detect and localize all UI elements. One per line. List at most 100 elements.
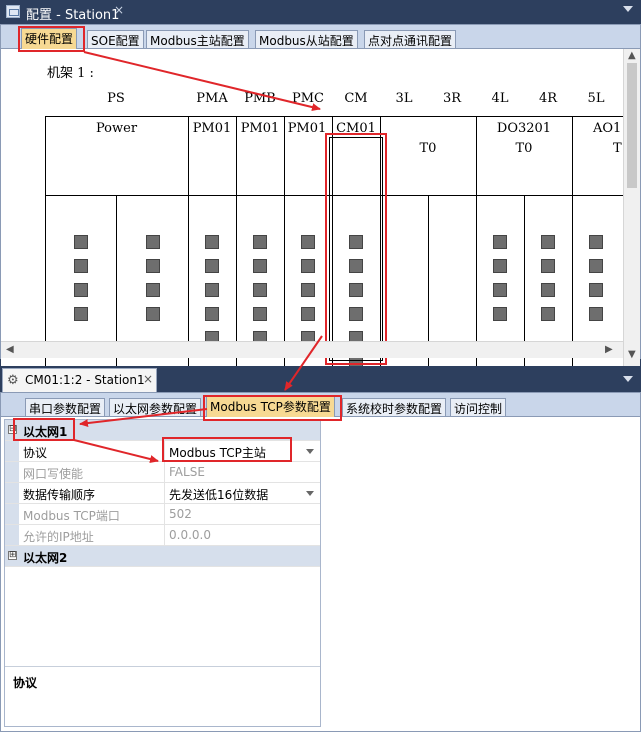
config-window-titlebar: 配置 - Station1 × — [0, 0, 641, 24]
close-icon[interactable]: × — [143, 372, 153, 386]
led-indicator — [74, 235, 88, 249]
gear-icon: ⚙ — [7, 373, 19, 388]
led-indicator — [301, 283, 315, 297]
module-power[interactable]: Power — [45, 121, 188, 136]
tab-access-control[interactable]: 访问控制 — [450, 398, 507, 416]
module-doc-tab-title: CM01:1:2 - Station1 — [25, 373, 145, 387]
slot-label-pmc: PMC — [291, 91, 324, 106]
module-ao-t: T — [613, 141, 622, 156]
slot-label-cm: CM — [344, 91, 368, 106]
property-value: FALSE — [169, 465, 205, 479]
module-ao-name[interactable]: AO1 — [593, 121, 623, 136]
led-indicator — [589, 259, 603, 273]
row-gutter — [5, 462, 19, 482]
property-row[interactable]: 网口写使能 FALSE — [5, 462, 320, 483]
led-indicator — [253, 235, 267, 249]
scroll-down-icon[interactable]: ▼ — [628, 349, 636, 360]
led-indicator — [205, 235, 219, 249]
slot-label-4r: 4R — [538, 91, 558, 106]
property-value: 502 — [169, 507, 192, 521]
module-do-t0: T0 — [515, 141, 533, 156]
horizontal-scrollbar[interactable]: ◀ ▶ — [1, 341, 623, 358]
row-gutter — [5, 525, 19, 545]
led-indicator — [205, 307, 219, 321]
led-indicator — [589, 235, 603, 249]
window-icon — [6, 5, 20, 18]
tab-modbus-master-config[interactable]: Modbus主站配置 — [146, 30, 249, 48]
led-indicator — [253, 283, 267, 297]
module-do-name[interactable]: DO3201 — [476, 121, 572, 136]
scroll-up-icon[interactable]: ▲ — [628, 50, 636, 61]
tab-ethernet-params[interactable]: 以太网参数配置 — [109, 398, 202, 416]
rack-canvas[interactable]: 机架 1 : PS PMA PMB PMC CM 3L 3R 4L 4R 5L … — [1, 49, 623, 366]
slot-label-3r: 3R — [442, 91, 462, 106]
module-pma[interactable]: PM01 — [188, 121, 236, 136]
led-indicator — [301, 307, 315, 321]
tab-p2p-config[interactable]: 点对点通讯配置 — [364, 30, 457, 48]
module-pmc[interactable]: PM01 — [285, 121, 329, 136]
row-gutter — [5, 441, 19, 461]
property-name: Modbus TCP端口 — [23, 509, 120, 523]
property-row[interactable]: 允许的IP地址 0.0.0.0 — [5, 525, 320, 546]
led-indicator — [74, 283, 88, 297]
chevron-down-icon[interactable] — [306, 449, 314, 454]
module-doc-tab[interactable]: ⚙ CM01:1:2 - Station1 × — [2, 368, 157, 392]
close-icon[interactable]: × — [114, 3, 124, 17]
led-indicator — [493, 235, 507, 249]
property-row[interactable]: Modbus TCP端口 502 — [5, 504, 320, 525]
slot-label-5l: 5L — [587, 91, 605, 106]
scroll-left-icon[interactable]: ◀ — [6, 344, 14, 355]
led-indicator — [541, 307, 555, 321]
highlight-hardware-tab — [18, 26, 85, 52]
tab-serial-params[interactable]: 串口参数配置 — [25, 398, 106, 416]
led-indicator — [301, 259, 315, 273]
window-menu-icon[interactable] — [623, 376, 633, 382]
property-name: 协议 — [23, 446, 48, 460]
highlight-protocol-value — [162, 437, 292, 462]
led-indicator — [589, 283, 603, 297]
led-indicator — [205, 283, 219, 297]
config-panel: 硬件配置 SOE配置 Modbus主站配置 Modbus从站配置 点对点通讯配置… — [0, 24, 641, 366]
slot-label-3l: 3L — [395, 91, 413, 106]
expand-icon[interactable]: ⊞ — [8, 551, 17, 560]
led-indicator — [74, 307, 88, 321]
tab-soe-config[interactable]: SOE配置 — [87, 30, 144, 48]
category-ethernet2[interactable]: ⊞ 以太网2 — [5, 546, 320, 567]
slot-label-pmb: PMB — [244, 91, 276, 106]
scrollbar-thumb[interactable] — [627, 63, 637, 188]
led-indicator — [146, 283, 160, 297]
led-indicator — [589, 307, 603, 321]
scroll-right-icon[interactable]: ▶ — [605, 344, 613, 355]
led-indicator — [541, 259, 555, 273]
led-indicator — [253, 259, 267, 273]
property-grid: ⊟ 以太网1 协议 Modbus TCP主站 网口写使能 FALSE 数据传输顺序 先发送… — [4, 419, 321, 727]
module-pmb[interactable]: PM01 — [236, 121, 284, 136]
category-ethernet2-label: 以太网2 — [23, 551, 68, 565]
row-gutter — [5, 483, 19, 503]
slot-label-ps: PS — [107, 91, 125, 106]
led-indicator — [146, 235, 160, 249]
property-value[interactable]: 先发送低16位数据 — [169, 486, 268, 503]
led-indicator — [493, 259, 507, 273]
chevron-down-icon[interactable] — [306, 491, 314, 496]
slot-label-pma: PMA — [196, 91, 228, 106]
highlight-ethernet1 — [13, 418, 75, 441]
led-indicator — [301, 235, 315, 249]
vertical-scrollbar[interactable]: ▲ ▼ — [623, 49, 640, 366]
led-indicator — [205, 259, 219, 273]
slot-label-4l: 4L — [491, 91, 509, 106]
description-separator — [5, 666, 320, 667]
property-name: 网口写使能 — [23, 467, 84, 481]
config-window-title: 配置 - Station1 — [26, 8, 120, 23]
led-indicator — [74, 259, 88, 273]
led-indicator — [146, 307, 160, 321]
window-menu-icon[interactable] — [623, 6, 633, 12]
config-tabstrip: 硬件配置 SOE配置 Modbus主站配置 Modbus从站配置 点对点通讯配置 — [1, 25, 640, 49]
led-indicator — [541, 235, 555, 249]
tab-modbus-slave-config[interactable]: Modbus从站配置 — [255, 30, 358, 48]
property-row[interactable]: 数据传输顺序 先发送低16位数据 — [5, 483, 320, 504]
module-3-label[interactable]: T0 — [380, 141, 476, 156]
rack-title: 机架 1 : — [47, 66, 94, 81]
tab-time-sync-params[interactable]: 系统校时参数配置 — [342, 398, 447, 416]
led-indicator — [146, 259, 160, 273]
